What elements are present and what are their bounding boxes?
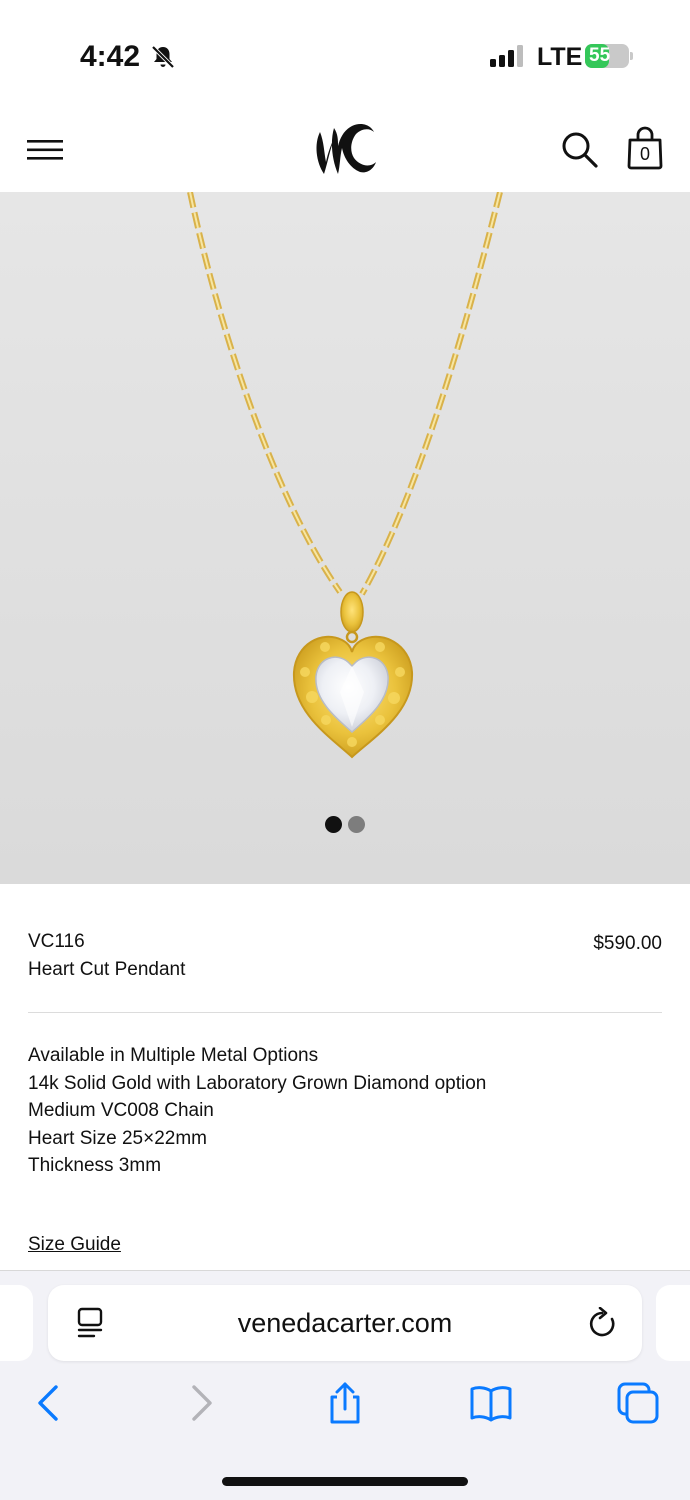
divider xyxy=(28,1012,662,1013)
carousel-dot-2[interactable] xyxy=(348,816,365,833)
menu-icon[interactable] xyxy=(27,138,63,162)
product-details: Available in Multiple Metal Options 14k … xyxy=(28,1042,486,1180)
back-icon[interactable] xyxy=(28,1381,72,1425)
status-time: 4:42 xyxy=(80,40,141,73)
carousel-dot-1[interactable] xyxy=(325,816,342,833)
necklace-pendant-image xyxy=(187,192,503,759)
forward-icon[interactable] xyxy=(178,1381,222,1425)
bookmarks-icon[interactable] xyxy=(469,1381,513,1425)
tabs-icon[interactable] xyxy=(616,1381,660,1425)
site-header: 0 xyxy=(0,96,690,192)
battery-charging-icon: 55 xyxy=(585,44,633,68)
product-price: $590.00 xyxy=(593,933,662,954)
product-sku: VC116 xyxy=(28,931,85,952)
detail-line: Thickness 3mm xyxy=(28,1155,162,1176)
bell-slash-icon xyxy=(151,45,175,69)
reload-icon[interactable] xyxy=(588,1307,618,1339)
previous-tab-preview[interactable] xyxy=(0,1285,33,1361)
product-name: Heart Cut Pendant xyxy=(28,959,186,980)
detail-line: 14k Solid Gold with Laboratory Grown Dia… xyxy=(28,1072,487,1094)
detail-line: Heart Size 25×22mm xyxy=(28,1127,207,1149)
detail-line: Available in Multiple Metal Options xyxy=(28,1045,319,1066)
detail-line: Medium VC008 Chain xyxy=(28,1100,214,1121)
network-label: LTE xyxy=(537,43,583,71)
home-indicator xyxy=(222,1477,468,1486)
status-bar: 4:42 LTE 55 xyxy=(0,0,690,96)
product-gallery[interactable] xyxy=(0,192,690,884)
size-guide-link[interactable]: Size Guide xyxy=(28,1234,121,1256)
brand-logo[interactable] xyxy=(310,122,382,178)
search-icon[interactable] xyxy=(560,130,598,168)
cart-count: 0 xyxy=(639,144,650,164)
signal-icon xyxy=(490,45,523,67)
battery-level: 55 xyxy=(589,45,611,66)
address-bar[interactable]: venedacarter.com xyxy=(48,1285,642,1361)
share-icon[interactable] xyxy=(323,1381,367,1425)
url-text: venedacarter.com xyxy=(237,1308,453,1338)
browser-toolbar: venedacarter.com xyxy=(0,1270,690,1500)
next-tab-preview[interactable] xyxy=(656,1285,690,1361)
